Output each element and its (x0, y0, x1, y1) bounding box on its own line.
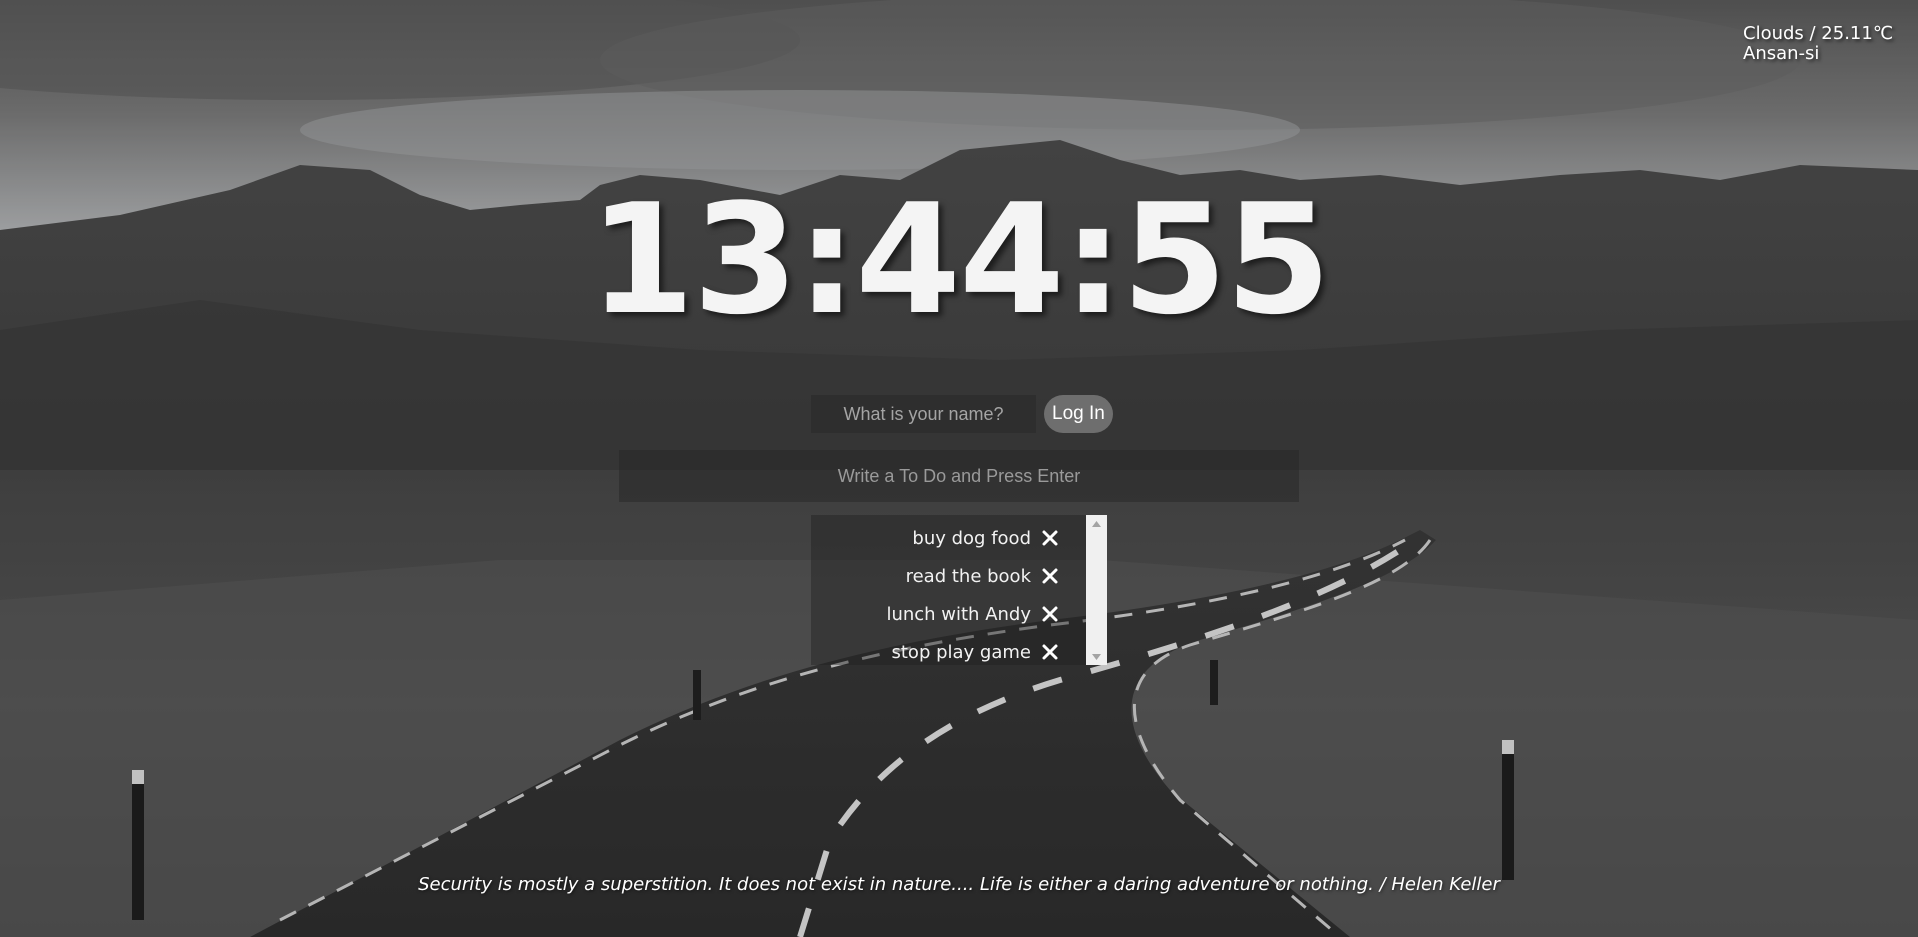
todo-item-text: buy dog food (912, 527, 1031, 549)
todo-items-container: buy dog food read the book lunch with An… (811, 515, 1086, 665)
todo-item-text: stop play game (891, 641, 1032, 663)
todo-form (619, 450, 1299, 502)
todo-list-scrollbar[interactable] (1086, 515, 1107, 665)
quote-text: Security is mostly a superstition. It do… (418, 874, 1500, 895)
scroll-up-button[interactable] (1086, 515, 1107, 532)
weather-widget: Clouds / 25.11℃ Ansan-si (1743, 24, 1893, 64)
triangle-up-icon (1092, 520, 1101, 527)
close-x-icon (1042, 530, 1058, 546)
triangle-down-icon (1092, 653, 1101, 660)
todo-item: lunch with Andy (811, 595, 1059, 633)
todo-item: stop play game (811, 633, 1059, 671)
todo-item: read the book (811, 557, 1059, 595)
delete-todo-button[interactable] (1041, 567, 1059, 585)
todo-input[interactable] (619, 450, 1299, 502)
delete-todo-button[interactable] (1041, 605, 1059, 623)
close-x-icon (1042, 606, 1058, 622)
todo-list: buy dog food read the book lunch with An… (811, 515, 1107, 665)
login-form: Log In (811, 395, 1113, 433)
scroll-down-button[interactable] (1086, 648, 1107, 665)
weather-location: Ansan-si (1743, 43, 1820, 64)
close-x-icon (1042, 568, 1058, 584)
todo-item-text: read the book (905, 565, 1031, 587)
delete-todo-button[interactable] (1041, 529, 1059, 547)
todo-item: buy dog food (811, 519, 1059, 557)
login-button[interactable]: Log In (1044, 395, 1113, 433)
close-x-icon (1042, 644, 1058, 660)
name-input[interactable] (811, 395, 1036, 433)
todo-item-text: lunch with Andy (886, 603, 1031, 625)
delete-todo-button[interactable] (1041, 643, 1059, 661)
clock-display: 13:44:55 (588, 171, 1331, 348)
weather-condition-temperature: Clouds / 25.11℃ (1743, 23, 1894, 44)
